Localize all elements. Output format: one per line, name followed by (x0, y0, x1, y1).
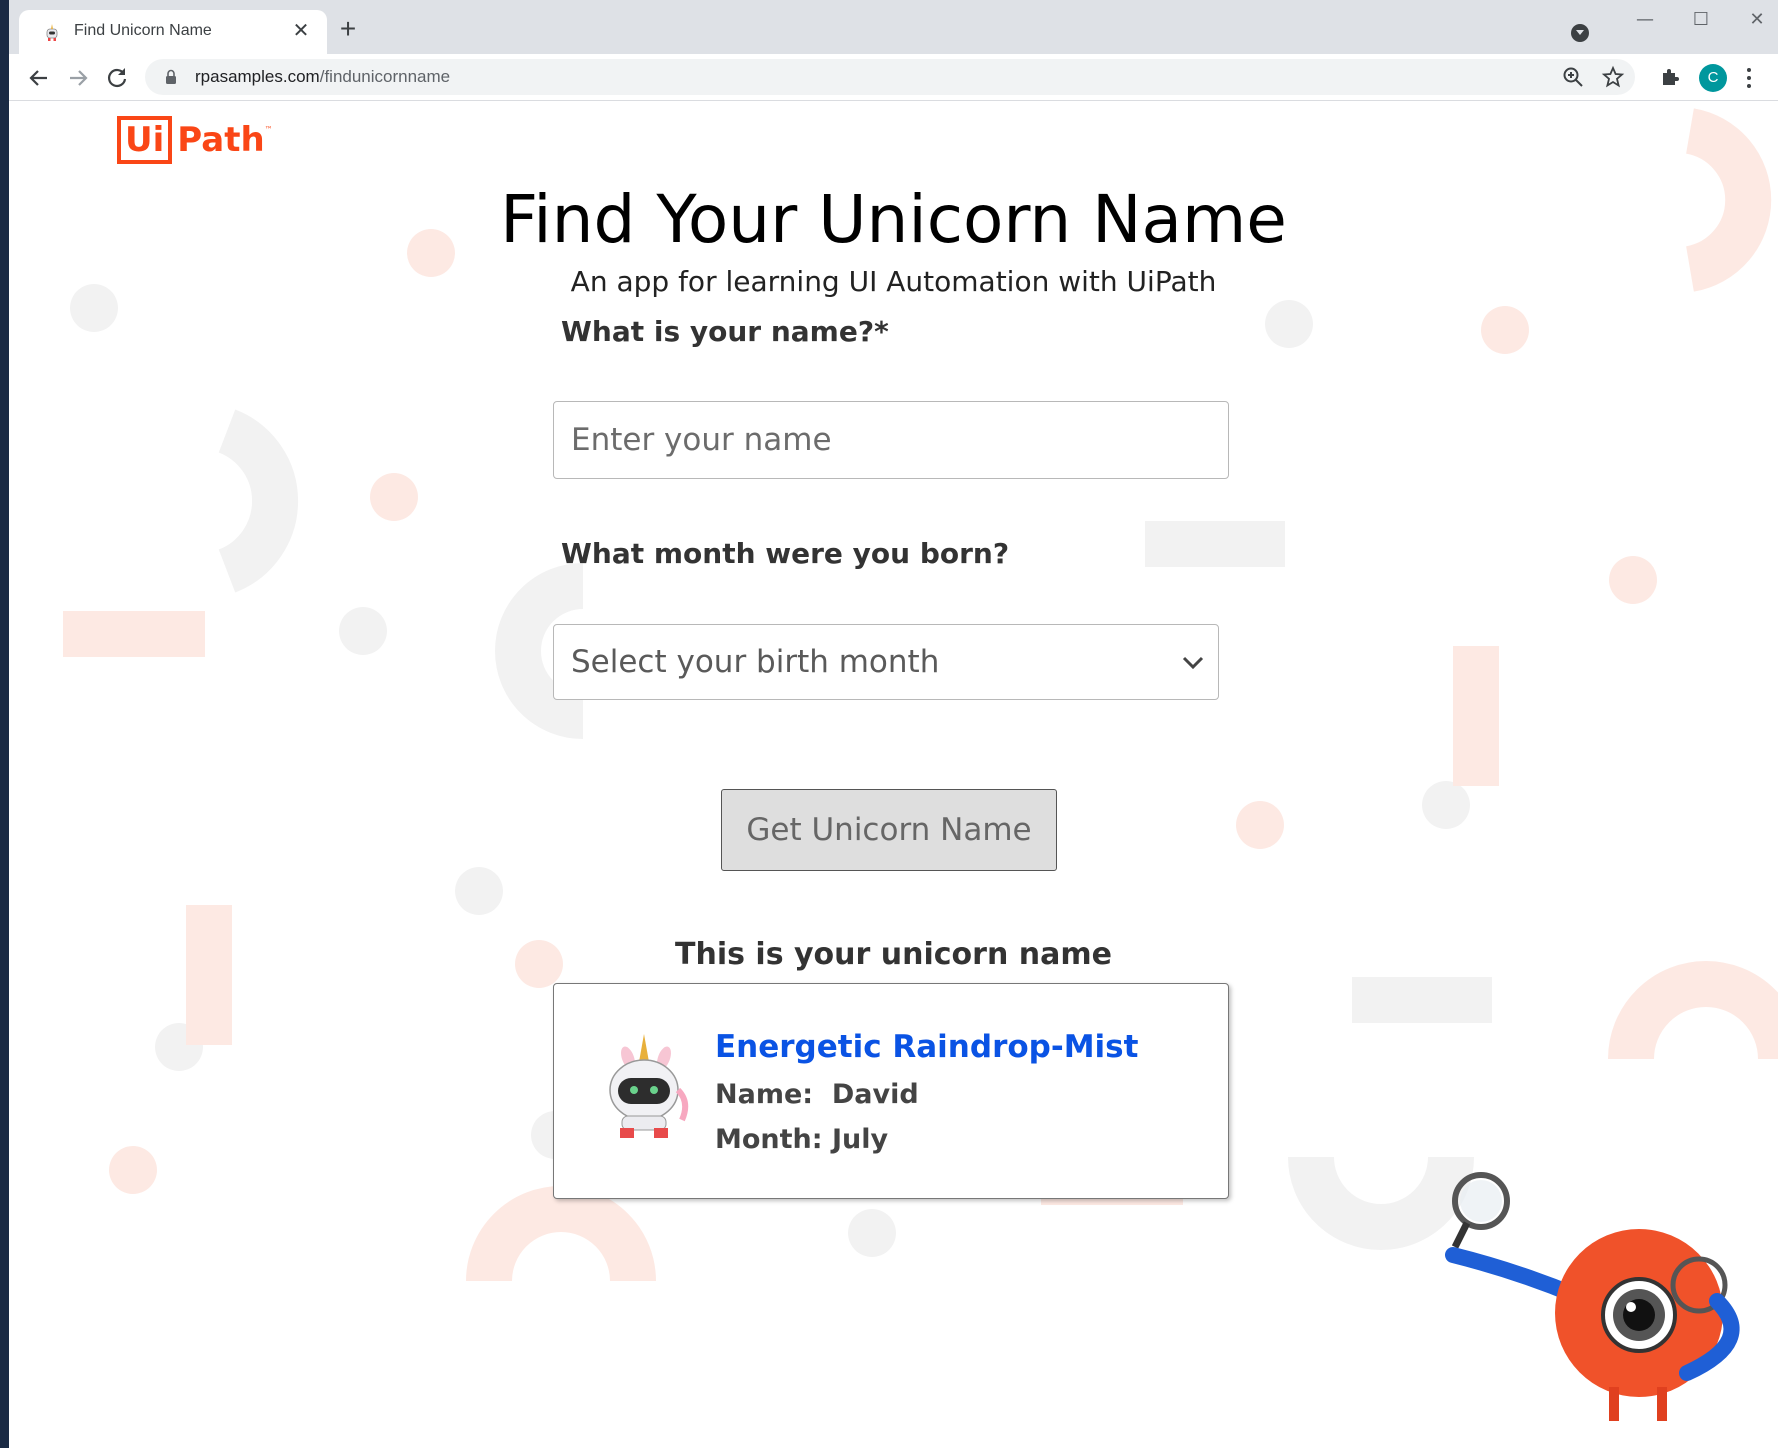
unicorn-robot-icon (609, 1034, 689, 1138)
name-label: What is your name?* (561, 315, 889, 348)
star-icon[interactable] (1601, 65, 1625, 89)
extensions-icon[interactable] (1659, 65, 1683, 89)
browser-toolbar: rpasamples.com/findunicornname C (9, 54, 1778, 101)
kebab-menu-icon[interactable] (1740, 64, 1758, 92)
result-card: Energetic Raindrop-Mist Name: David Mont… (553, 983, 1229, 1199)
profile-dropdown-icon[interactable] (1571, 24, 1589, 42)
back-arrow-icon[interactable] (25, 64, 53, 92)
profile-avatar[interactable]: C (1699, 64, 1727, 92)
birth-month-select[interactable]: Select your birth month (553, 624, 1219, 700)
url-text: rpasamples.com/findunicornname (195, 67, 451, 86)
minimize-button[interactable]: — (1625, 8, 1665, 32)
tab-title: Find Unicorn Name (74, 22, 212, 39)
maximize-button[interactable]: ☐ (1681, 8, 1721, 32)
lock-icon (166, 69, 176, 84)
tab-close-icon[interactable]: ✕ (289, 18, 313, 42)
name-input[interactable] (553, 401, 1229, 479)
result-name-row: Name: David (715, 1079, 919, 1110)
close-window-button[interactable]: ✕ (1737, 8, 1777, 32)
browser-window: Find Unicorn Name ✕ + — ☐ ✕ rpasamples.c… (9, 0, 1778, 1448)
unicorn-name[interactable]: Energetic Raindrop-Mist (715, 1029, 1138, 1065)
new-tab-plus-icon[interactable]: + (334, 15, 362, 44)
address-bar[interactable]: rpasamples.com/findunicornname (145, 59, 1635, 95)
get-unicorn-name-button[interactable]: Get Unicorn Name (721, 789, 1057, 871)
magnifier-mascot-icon (1445, 1172, 1740, 1421)
page-content: Ui Path ™ Find Your Unicorn Name An app … (9, 101, 1778, 1448)
unicorn-favicon-icon (46, 24, 58, 41)
result-month-row: Month: July (715, 1124, 889, 1155)
forward-arrow-icon[interactable] (64, 64, 92, 92)
page-title: Find Your Unicorn Name (500, 181, 1287, 258)
reload-icon[interactable] (103, 64, 131, 92)
month-label: What month were you born? (561, 537, 1010, 570)
result-heading: This is your unicorn name (675, 937, 1112, 972)
uipath-logo[interactable]: Ui Path ™ (117, 115, 273, 165)
page-subtitle: An app for learning UI Automation with U… (570, 265, 1217, 298)
zoom-icon[interactable] (1561, 65, 1585, 89)
select-placeholder: Select your birth month (571, 644, 940, 680)
tab-find-unicorn[interactable]: Find Unicorn Name ✕ (19, 10, 327, 54)
tab-strip: Find Unicorn Name ✕ + — ☐ ✕ (9, 0, 1778, 54)
chevron-down-icon (1182, 656, 1204, 670)
